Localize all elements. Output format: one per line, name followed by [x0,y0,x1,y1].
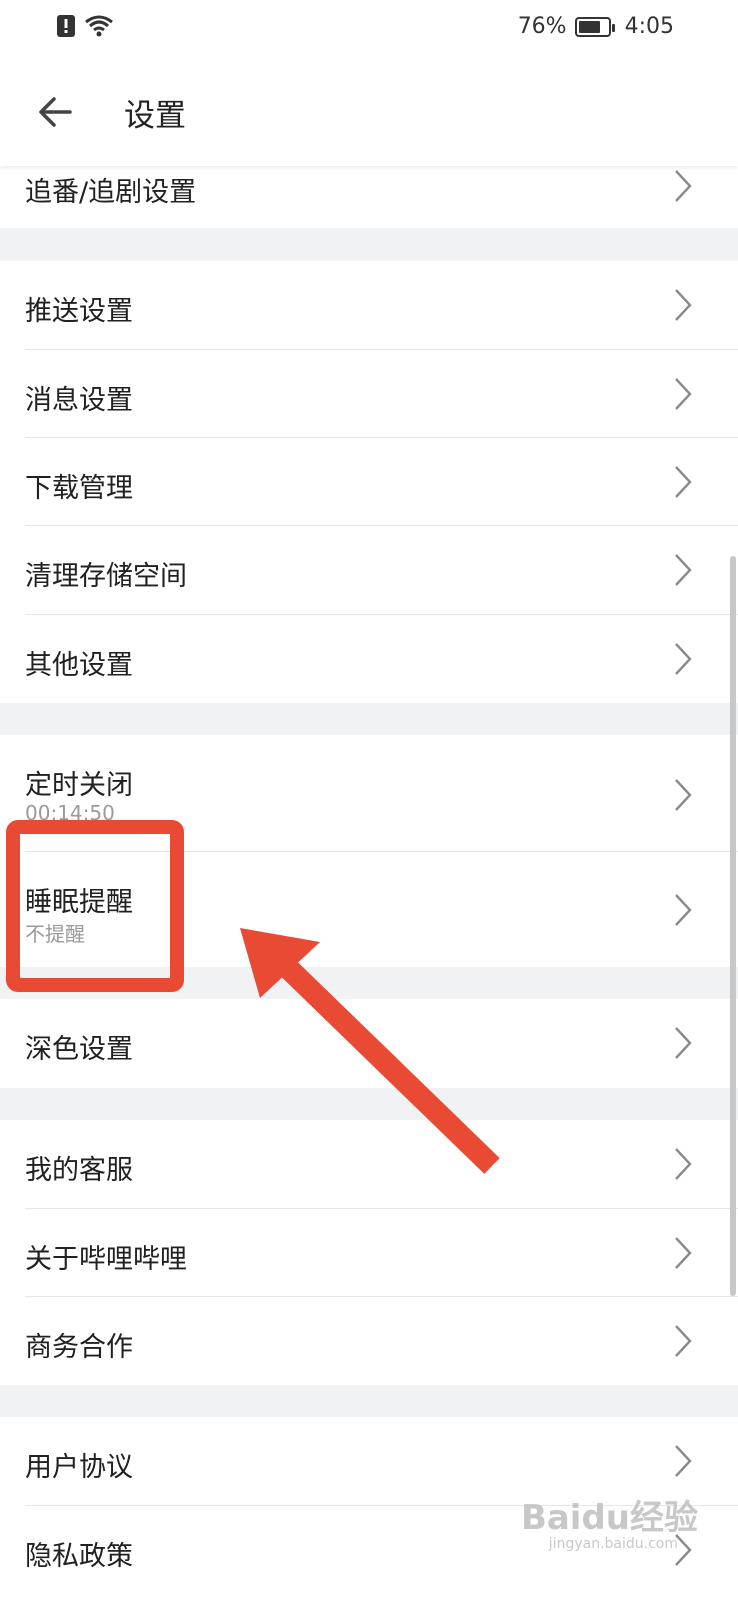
settings-item-label: 我的客服 [25,1155,133,1186]
settings-item-other[interactable]: 其他设置 [0,615,738,703]
baidu-watermark-url: jingyan.baidu.com [548,1536,678,1552]
chevron-right-icon [675,554,692,586]
chevron-right-icon [675,1325,692,1357]
settings-item-label: 商务合作 [25,1332,133,1363]
settings-item-push[interactable]: 推送设置 [0,261,738,350]
chevron-right-icon [675,1148,692,1180]
settings-item-label: 深色设置 [25,1034,133,1065]
settings-item-label: 关于哔哩哔哩 [25,1244,187,1275]
settings-item-label: 其他设置 [25,650,133,681]
chevron-right-icon [675,779,692,811]
chevron-right-icon [675,1237,692,1269]
alert-icon [57,15,75,37]
settings-item-label: 用户协议 [25,1452,133,1483]
settings-item-label: 追番/追剧设置 [25,177,197,208]
settings-item-label: 隐私政策 [25,1541,133,1572]
settings-item-label: 消息设置 [25,385,133,416]
clock: 4:05 [624,14,674,39]
chevron-right-icon [675,1445,692,1477]
settings-item-messages[interactable]: 消息设置 [0,350,738,438]
app-bar: 设置 [0,56,738,166]
settings-item-label: 定时关闭 [25,770,133,801]
battery-icon [574,16,615,37]
page-title: 设置 [124,98,186,134]
chevron-right-icon [675,378,692,410]
settings-item-download[interactable]: 下载管理 [0,438,738,526]
wifi-icon [85,15,113,37]
battery-percent: 76% [517,14,567,39]
chevron-right-icon [675,1027,692,1059]
back-arrow-icon[interactable] [30,86,82,138]
settings-item-about[interactable]: 关于哔哩哔哩 [0,1209,738,1297]
settings-item-label: 下载管理 [25,473,133,504]
scrollbar[interactable] [730,556,736,1296]
arrow-annotation-icon [240,928,500,1174]
baidu-watermark: Baidu经验 [520,1498,698,1538]
chevron-right-icon [675,466,692,498]
settings-item-business[interactable]: 商务合作 [0,1297,738,1385]
chevron-right-icon [675,170,692,202]
highlight-box-annotation [6,820,184,992]
settings-item-storage[interactable]: 清理存储空间 [0,526,738,615]
settings-item-label: 清理存储空间 [25,561,187,592]
chevron-right-icon [675,643,692,675]
status-bar: 76% 4:05 [0,0,738,56]
chevron-right-icon [675,894,692,926]
settings-item-label: 推送设置 [25,296,133,327]
chevron-right-icon [675,289,692,321]
